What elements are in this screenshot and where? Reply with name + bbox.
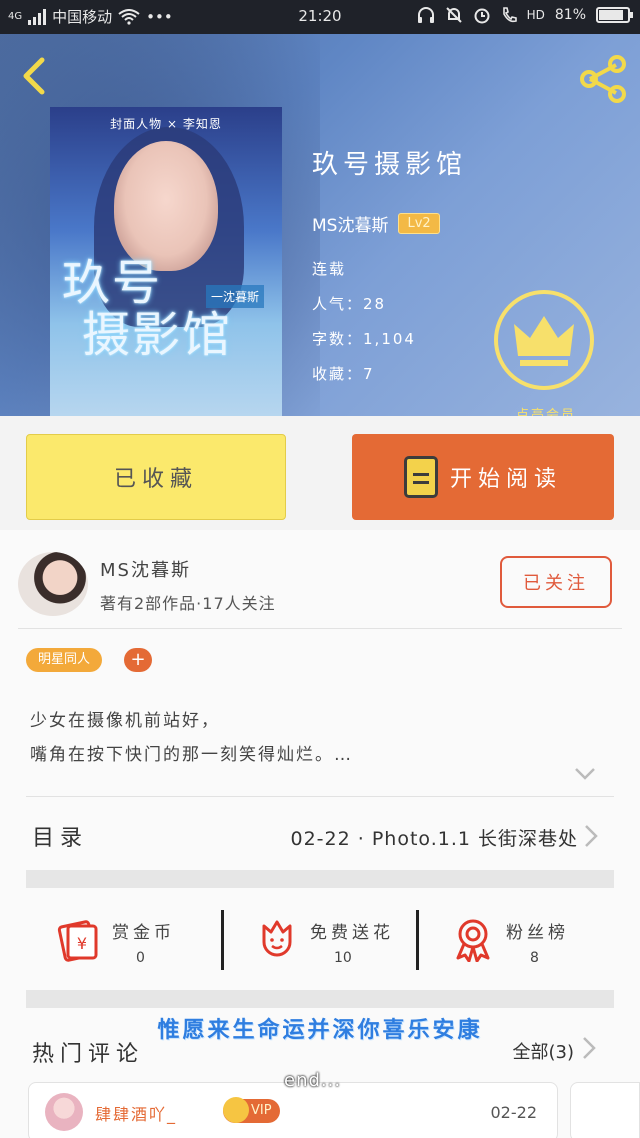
fan-ranking-value: 8 [530,950,539,966]
fan-ranking-label: 粉丝榜 [506,923,569,943]
support-stats: ¥ 赏金币 0 免费送花 10 粉丝榜 8 [26,890,614,990]
divider [18,628,622,629]
vip-membership-label[interactable]: 点亮会员 [496,404,596,416]
table-of-contents-row[interactable]: 目录 02-22 · Photo.1.1 长街深巷处 [26,806,614,864]
ribbon-medal-icon [456,919,490,962]
divider [26,796,614,797]
book-cover[interactable]: 封面人物 × 李知恩 玖号 摄影馆 一沈暮斯 [50,107,282,416]
cover-title-line2: 摄影馆 [82,307,233,363]
toc-label: 目录 [32,826,89,851]
author-level-badge: Lv2 [398,213,440,234]
section-separator [26,870,614,888]
vip-membership-button[interactable] [494,290,594,390]
commenter-name[interactable]: 肆肆酒吖_ [95,1101,177,1125]
hd-indicator: HD [526,8,545,22]
follow-button[interactable]: 已关注 [500,556,612,608]
start-reading-label: 开始阅读 [449,467,562,492]
commenter-avatar[interactable] [45,1093,83,1131]
comment-card[interactable] [570,1082,640,1138]
end-caption: end... [284,1070,342,1091]
favorited-button[interactable]: 已收藏 [26,434,286,520]
add-tag-button[interactable]: + [124,648,152,672]
book-author[interactable]: MS沈暮斯 [312,211,388,236]
genre-tag[interactable]: 明星同人 [26,648,103,672]
popularity-label: 人气： [312,295,364,313]
author-stats: 著有2部作品·17人关注 [100,594,276,613]
book-header: 封面人物 × 李知恩 玖号 摄影馆 一沈暮斯 玖号摄影馆 MS沈暮斯 Lv2 连… [0,34,640,416]
alarm-icon [474,8,490,24]
word-count-row: 字数：1,104 [312,328,467,349]
book-intro[interactable]: 少女在摄像机前站好， 嘴角在按下快门的那一刻笑得灿烂。… [30,704,590,772]
book-meta: 玖号摄影馆 MS沈暮斯 Lv2 连载 人气：28 字数：1,104 收藏：7 [312,134,467,384]
favorites-row: 收藏：7 [312,363,467,384]
send-flowers-value: 10 [334,950,352,966]
crown-icon [514,316,574,366]
reward-coins-stat[interactable]: ¥ 赏金币 0 [26,890,222,990]
author-name[interactable]: MS沈暮斯 [100,556,191,582]
send-flowers-stat[interactable]: 免费送花 10 [224,890,420,990]
book-status: 连载 [312,260,347,278]
intro-line: 少女在摄像机前站好， [30,711,220,731]
chevron-down-icon[interactable] [574,766,596,782]
popularity-value: 28 [363,295,387,313]
divider [416,910,419,970]
reward-coins-label: 赏金币 [112,923,175,943]
share-icon[interactable] [578,54,628,104]
book-icon [403,456,438,498]
author-avatar[interactable] [18,552,88,616]
battery-icon [596,7,633,23]
red-envelope-icon: ¥ [57,920,98,962]
back-icon[interactable] [18,56,52,96]
flower-icon [262,920,292,957]
favorites-label: 收藏： [312,365,364,383]
word-count-value: 1,104 [363,330,416,348]
word-count-label: 字数： [312,330,364,348]
cover-title: 玖号 摄影馆 [62,257,232,361]
latest-chapter: 02-22 · Photo.1.1 长街深巷处 [290,828,578,850]
call-icon [502,7,517,23]
section-separator [26,990,614,1008]
start-reading-button[interactable]: 开始阅读 [352,434,614,520]
fan-ranking-stat[interactable]: 粉丝榜 8 [420,890,616,990]
chevron-right-icon [585,825,598,847]
cover-caption: 封面人物 × 李知恩 [110,117,222,131]
vip-crown-icon [223,1097,249,1123]
svg-text:¥: ¥ [77,934,87,953]
reward-coins-value: 0 [136,950,145,966]
battery-percent: 81% [554,7,586,23]
popularity-row: 人气：28 [312,293,467,314]
comment-date: 02-22 [490,1103,538,1122]
status-bar: 4G 中国移动 ••• 21:20 HD 81% [0,0,640,34]
cover-author-tag: 一沈暮斯 [205,285,264,308]
author-card[interactable]: MS沈暮斯 著有2部作品·17人关注 已关注 [18,548,618,620]
book-title: 玖号摄影馆 [312,150,468,180]
send-flowers-label: 免费送花 [310,923,394,943]
overlay-caption: 惟愿来生命运并深你喜乐安康 [157,1018,483,1043]
intro-line: 嘴角在按下快门的那一刻笑得灿烂。… [30,745,353,765]
cover-portrait [114,141,218,271]
mute-bell-icon [445,7,462,23]
favorites-value: 7 [363,365,375,383]
headset-icon [417,7,434,23]
book-author-row: MS沈暮斯 Lv2 [312,211,467,236]
